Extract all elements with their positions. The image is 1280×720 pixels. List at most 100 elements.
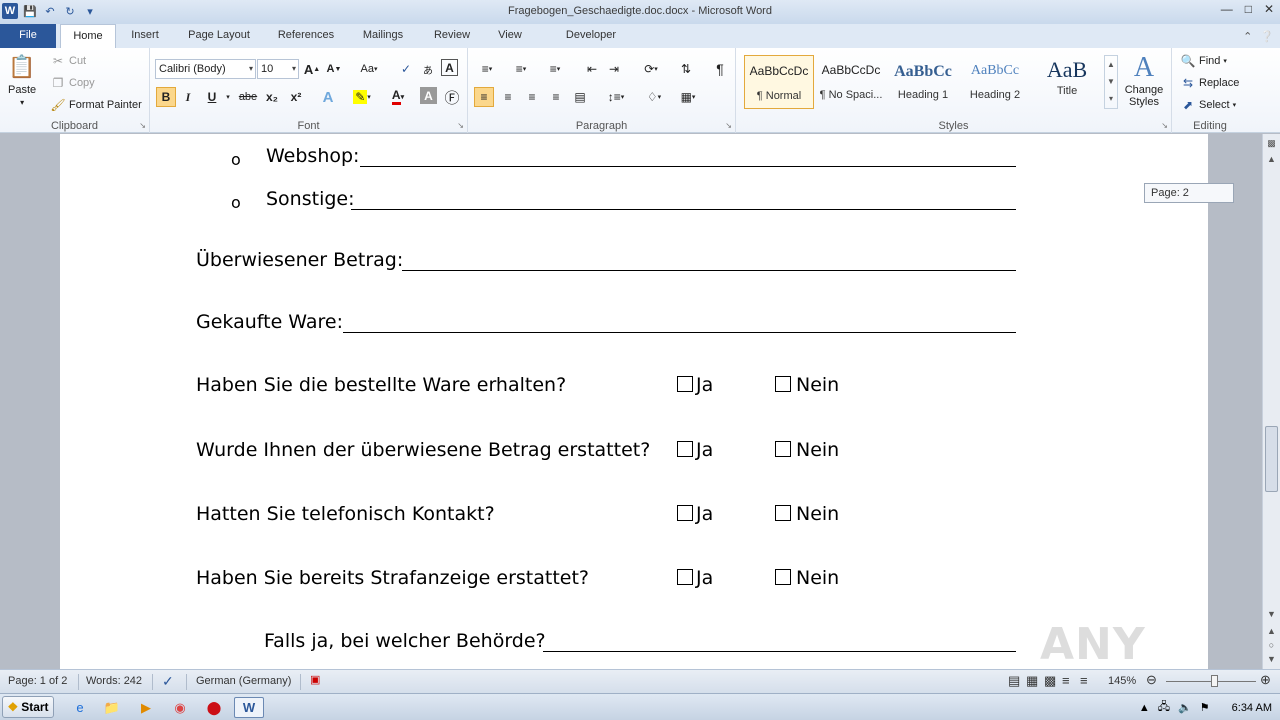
show-hide-button[interactable]: ¶ bbox=[710, 59, 730, 79]
print-layout-view-icon[interactable]: ▤ bbox=[1008, 673, 1020, 689]
full-screen-view-icon[interactable]: ▦ bbox=[1026, 673, 1038, 689]
paragraph-launcher-icon[interactable]: ↘ bbox=[725, 121, 732, 130]
style-heading-2[interactable]: AaBbCc Heading 2 bbox=[960, 55, 1030, 109]
tab-view[interactable]: View bbox=[488, 24, 532, 48]
tab-developer[interactable]: Developer bbox=[542, 24, 640, 48]
change-case-button[interactable]: Aa ▾ bbox=[354, 59, 384, 79]
clipboard-launcher-icon[interactable]: ↘ bbox=[139, 121, 146, 130]
change-styles-button[interactable]: A Change Styles bbox=[1122, 52, 1166, 108]
clear-formatting-button[interactable]: ✓ bbox=[396, 59, 416, 79]
align-right-button[interactable]: ≡ bbox=[522, 87, 542, 107]
action-center-icon[interactable]: ⚑ bbox=[1200, 701, 1210, 714]
font-color-button[interactable]: A ▾ bbox=[384, 87, 412, 107]
yes-checkbox[interactable] bbox=[677, 376, 693, 392]
character-border-button[interactable]: A bbox=[441, 59, 458, 76]
outline-view-icon[interactable]: ≡ bbox=[1062, 673, 1070, 688]
italic-button[interactable]: I bbox=[178, 87, 198, 107]
no-checkbox[interactable] bbox=[775, 441, 791, 457]
opera-icon[interactable]: ⬤ bbox=[202, 697, 226, 718]
tab-review[interactable]: Review bbox=[424, 24, 480, 48]
decrease-indent-button[interactable]: ⇤ bbox=[582, 59, 602, 79]
superscript-button[interactable]: x² bbox=[286, 87, 306, 107]
tray-expand-icon[interactable]: ▲ bbox=[1139, 702, 1150, 714]
underline-button[interactable]: U bbox=[202, 87, 222, 107]
font-launcher-icon[interactable]: ↘ bbox=[457, 121, 464, 130]
document-page[interactable]: o Webshop: o Sonstige: Überwiesener Betr… bbox=[60, 134, 1208, 669]
asian-layout-button[interactable]: ⟳ ▾ bbox=[638, 59, 664, 79]
copy-button[interactable]: ❐ Copy bbox=[50, 75, 95, 91]
maximize-icon[interactable]: □ bbox=[1245, 2, 1252, 16]
distributed-button[interactable]: ▤ bbox=[570, 87, 590, 107]
ruler-toggle-icon[interactable]: ▩ bbox=[1263, 136, 1280, 150]
vertical-scrollbar[interactable]: ▩ ▲ ▼ ▲ ○ ▼ bbox=[1262, 134, 1280, 669]
yes-checkbox[interactable] bbox=[677, 441, 693, 457]
cut-button[interactable]: ✂ Cut bbox=[50, 53, 86, 69]
next-page-icon[interactable]: ▼ bbox=[1263, 652, 1280, 666]
no-checkbox[interactable] bbox=[775, 505, 791, 521]
numbering-button[interactable]: ≡ ▾ bbox=[508, 59, 534, 79]
style-title[interactable]: AaB Title bbox=[1032, 55, 1102, 109]
chrome-icon[interactable]: ◉ bbox=[168, 697, 192, 718]
zoom-level[interactable]: 145% bbox=[1108, 675, 1136, 687]
select-button[interactable]: ⬈ Select ▾ bbox=[1180, 97, 1236, 113]
zoom-slider-thumb[interactable] bbox=[1211, 675, 1218, 687]
close-icon[interactable]: ✕ bbox=[1264, 2, 1274, 16]
proofing-icon[interactable]: ✓ bbox=[162, 673, 174, 690]
character-shading-button[interactable]: A bbox=[420, 87, 437, 104]
borders-button[interactable]: ▦ ▾ bbox=[674, 87, 702, 107]
scroll-down-icon[interactable]: ▼ bbox=[1263, 607, 1280, 621]
language-indicator[interactable]: German (Germany) bbox=[196, 675, 291, 687]
yes-checkbox[interactable] bbox=[677, 505, 693, 521]
tab-home[interactable]: Home bbox=[60, 24, 116, 48]
tab-references[interactable]: References bbox=[268, 24, 344, 48]
paste-button[interactable]: 📋 Paste ▾ bbox=[8, 52, 36, 107]
tab-page-layout[interactable]: Page Layout bbox=[178, 24, 260, 48]
font-size-combo[interactable]: 10 ▾ bbox=[257, 59, 299, 79]
media-player-icon[interactable]: ▶ bbox=[134, 697, 158, 718]
scroll-thumb[interactable] bbox=[1265, 426, 1278, 492]
folder-icon[interactable]: 📁 bbox=[100, 697, 124, 718]
minimize-icon[interactable]: — bbox=[1221, 2, 1233, 16]
previous-page-icon[interactable]: ▲ bbox=[1263, 624, 1280, 638]
tab-insert[interactable]: Insert bbox=[122, 24, 168, 48]
network-icon[interactable]: 🖧 bbox=[1158, 698, 1170, 717]
shrink-font-button[interactable]: A ▼ bbox=[324, 59, 344, 79]
style-heading-1[interactable]: AaBbCc Heading 1 bbox=[888, 55, 958, 109]
multilevel-list-button[interactable]: ≡ ▾ bbox=[542, 59, 568, 79]
word-count[interactable]: Words: 242 bbox=[86, 675, 142, 687]
internet-explorer-icon[interactable]: e bbox=[68, 697, 92, 718]
minimize-ribbon-icon[interactable]: ⌃ bbox=[1243, 30, 1252, 43]
yes-checkbox[interactable] bbox=[677, 569, 693, 585]
align-left-button[interactable]: ≡ bbox=[474, 87, 494, 107]
increase-indent-button[interactable]: ⇥ bbox=[604, 59, 624, 79]
tab-mailings[interactable]: Mailings bbox=[352, 24, 414, 48]
line-spacing-button[interactable]: ↕≡ ▾ bbox=[602, 87, 630, 107]
underline-dropdown-icon[interactable]: ▾ bbox=[222, 87, 234, 107]
draft-view-icon[interactable]: ≡ bbox=[1080, 673, 1088, 688]
bullets-button[interactable]: ≡ ▾ bbox=[474, 59, 500, 79]
align-center-button[interactable]: ≡ bbox=[498, 87, 518, 107]
shading-button[interactable]: ♢ ▾ bbox=[640, 87, 668, 107]
style-no-spacing[interactable]: AaBbCcDc ¶ No Spaci... bbox=[816, 55, 886, 109]
zoom-out-icon[interactable]: ⊖ bbox=[1146, 672, 1157, 688]
word-taskbar-button[interactable]: W bbox=[234, 697, 264, 718]
no-checkbox[interactable] bbox=[775, 569, 791, 585]
zoom-in-icon[interactable]: ⊕ bbox=[1260, 672, 1271, 688]
highlight-button[interactable]: ✎ ▾ bbox=[348, 87, 376, 107]
sonstige-answer-line[interactable] bbox=[351, 209, 1016, 210]
web-layout-view-icon[interactable]: ▩ bbox=[1044, 673, 1056, 689]
format-painter-button[interactable]: 🖌 Format Painter bbox=[50, 97, 141, 113]
scroll-up-icon[interactable]: ▲ bbox=[1263, 152, 1280, 166]
betrag-answer-line[interactable] bbox=[402, 270, 1016, 271]
subscript-button[interactable]: x₂ bbox=[262, 87, 282, 107]
enclose-characters-button[interactable]: Ⓕ bbox=[442, 87, 462, 107]
start-button[interactable]: ❖ Start bbox=[2, 696, 54, 718]
style-normal[interactable]: AaBbCcDc ¶ Normal bbox=[744, 55, 814, 109]
strikethrough-button[interactable]: abe bbox=[238, 87, 258, 107]
volume-icon[interactable]: 🔈 bbox=[1178, 701, 1192, 714]
grow-font-button[interactable]: A ▲ bbox=[302, 59, 322, 79]
styles-scroll[interactable]: ▲ ▼ ▾ bbox=[1104, 55, 1118, 109]
macro-record-icon[interactable]: ▣ bbox=[310, 673, 320, 686]
phonetic-guide-button[interactable]: あ bbox=[418, 59, 438, 79]
no-checkbox[interactable] bbox=[775, 376, 791, 392]
